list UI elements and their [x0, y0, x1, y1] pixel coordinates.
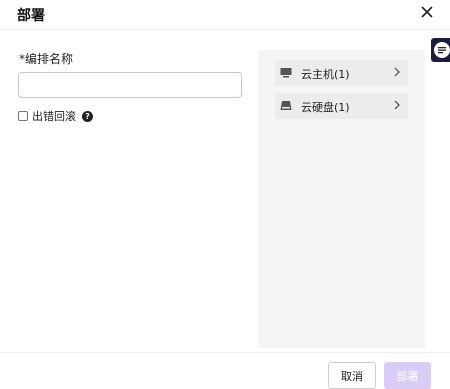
rollback-checkbox[interactable] — [18, 111, 28, 121]
orchestration-name-label: *编排名称 — [19, 52, 74, 66]
monitor-icon — [280, 68, 292, 78]
close-icon[interactable] — [419, 4, 435, 20]
chevron-right-icon — [394, 100, 400, 110]
resource-item-disk[interactable]: 云硬盘(1) — [275, 93, 408, 119]
disk-icon — [280, 101, 292, 110]
rollback-label: 出错回滚 — [32, 110, 76, 123]
resource-item-vm[interactable]: 云主机(1) — [275, 60, 408, 86]
dialog-header: 部署 — [0, 0, 450, 30]
cancel-button[interactable]: 取消 — [328, 362, 376, 389]
rollback-option: 出错回滚 ? — [18, 108, 93, 124]
resource-panel: 云主机(1) 云硬盘(1) — [258, 50, 425, 348]
deploy-button[interactable]: 部署 — [384, 362, 431, 389]
resource-label: 云硬盘(1) — [301, 101, 350, 114]
message-icon — [434, 42, 450, 58]
side-feedback-button[interactable] — [431, 38, 450, 62]
chevron-right-icon — [394, 67, 400, 77]
resource-label: 云主机(1) — [301, 68, 350, 81]
dialog-title: 部署 — [17, 8, 45, 24]
deploy-dialog: 部署 *编排名称 出错回滚 ? 云主机(1) 云硬盘(1) 取消 部署 — [0, 0, 450, 389]
help-icon[interactable]: ? — [82, 110, 93, 122]
dialog-footer: 取消 部署 — [0, 352, 450, 389]
orchestration-name-input[interactable] — [18, 72, 242, 98]
